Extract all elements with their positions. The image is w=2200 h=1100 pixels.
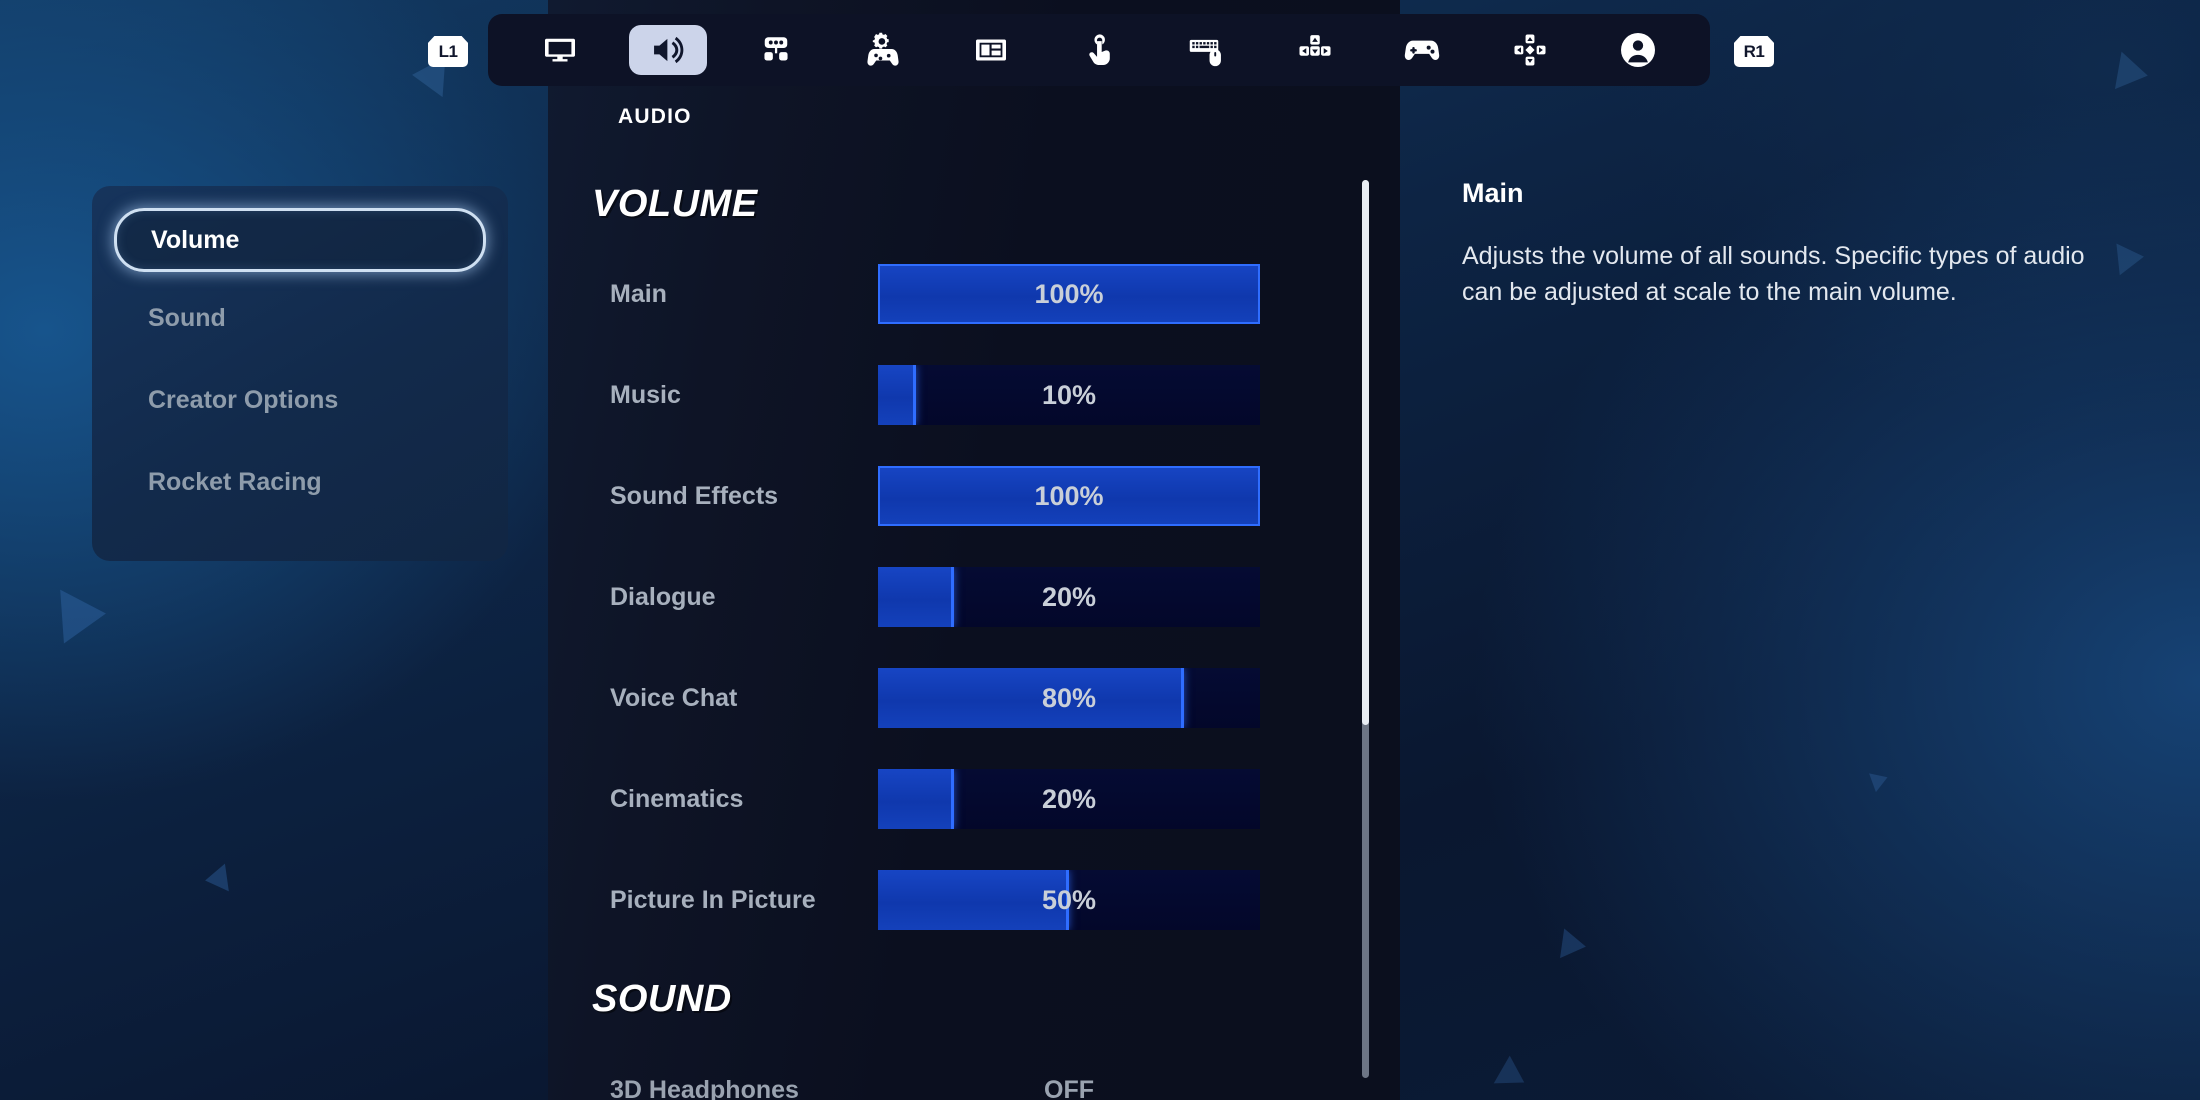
scrollbar-thumb[interactable] <box>1362 180 1369 725</box>
accessibility-dots-icon <box>758 32 794 68</box>
tab-hud[interactable] <box>952 25 1030 75</box>
scrollbar-track[interactable] <box>1362 180 1369 1078</box>
setting-row-sound-effects: Sound Effects 100% <box>548 466 1400 526</box>
hud-layout-icon <box>973 32 1009 68</box>
setting-label: Dialogue <box>610 582 716 611</box>
decor-triangle <box>60 586 108 644</box>
decor-triangle <box>203 863 229 895</box>
slider-value: 100% <box>1034 278 1104 309</box>
setting-row-main: Main 100% <box>548 264 1400 324</box>
description-title: Main <box>1462 178 1524 208</box>
description-body: Adjusts the volume of all sounds. Specif… <box>1462 242 2085 306</box>
setting-row-dialogue: Dialogue 20% <box>548 567 1400 627</box>
section-heading-sound: SOUND <box>592 978 732 1020</box>
slider-value: 20% <box>1041 581 1097 612</box>
gamepad-gear-icon <box>864 31 902 69</box>
tab-keyboard-mouse[interactable] <box>1168 25 1246 75</box>
sidebar-item-label: Rocket Racing <box>148 467 322 496</box>
setting-row-cinematics: Cinematics 20% <box>548 769 1400 829</box>
tab-accessibility[interactable] <box>737 25 815 75</box>
sidebar-item-rocket-racing[interactable]: Rocket Racing <box>114 452 486 512</box>
dpad-icon <box>1511 31 1549 69</box>
slider-value: 20% <box>1041 783 1097 814</box>
setting-row-picture-in-picture: Picture In Picture 50% <box>548 870 1400 930</box>
top-navigation-bar: L1 R1 AUDIO <box>0 0 2200 128</box>
setting-row-music: Music 10% <box>548 365 1400 425</box>
setting-label: Sound Effects <box>610 481 779 510</box>
decor-triangle <box>1493 1055 1533 1097</box>
slider-value: 10% <box>1041 379 1097 410</box>
tab-audio[interactable] <box>628 25 707 75</box>
shoulder-button-r1[interactable]: R1 <box>1734 36 1774 67</box>
setting-value: OFF <box>1044 1075 1094 1100</box>
tab-controller[interactable] <box>1383 25 1461 75</box>
gamepad-icon <box>1402 30 1442 70</box>
slider-value: 80% <box>1041 682 1097 713</box>
sidebar-item-sound[interactable]: Sound <box>114 288 486 348</box>
tab-game[interactable] <box>844 25 922 75</box>
sidebar-item-label: Creator Options <box>148 385 339 414</box>
sidebar-item-volume[interactable]: Volume <box>114 208 486 272</box>
setting-label: 3D Headphones <box>610 1075 799 1100</box>
volume-slider-cinematics[interactable]: 20% <box>878 769 1260 829</box>
volume-slider-voice-chat[interactable]: 80% <box>878 668 1260 728</box>
account-icon <box>1618 30 1658 70</box>
volume-slider-picture-in-picture[interactable]: 50% <box>878 870 1260 930</box>
slider-value: 50% <box>1041 884 1097 915</box>
sidebar-item-label: Volume <box>151 225 240 254</box>
tab-video[interactable] <box>521 25 599 75</box>
volume-slider-music[interactable]: 10% <box>878 365 1260 425</box>
speaker-icon <box>649 31 687 69</box>
touch-pointer-icon <box>1081 32 1117 68</box>
setting-label: Music <box>610 380 681 409</box>
setting-label: Voice Chat <box>610 683 738 712</box>
settings-sidebar: Volume Sound Creator Options Rocket Raci… <box>92 186 508 561</box>
decor-triangle <box>1869 767 1891 793</box>
setting-row-voice-chat: Voice Chat 80% <box>548 668 1400 728</box>
decor-triangle <box>1560 928 1588 962</box>
sidebar-item-label: Sound <box>148 303 226 332</box>
keyboard-mouse-icon <box>1188 31 1226 69</box>
setting-row-3d-headphones[interactable]: 3D Headphones OFF <box>548 1060 1400 1100</box>
setting-label: Picture In Picture <box>610 885 816 914</box>
tab-controller-layout[interactable] <box>1491 25 1569 75</box>
section-heading-volume: VOLUME <box>592 183 758 225</box>
tab-touch[interactable] <box>1060 25 1138 75</box>
slider-value: 100% <box>1034 480 1104 511</box>
volume-slider-dialogue[interactable]: 20% <box>878 567 1260 627</box>
tab-account[interactable] <box>1599 25 1677 75</box>
setting-label: Main <box>610 279 667 308</box>
shoulder-button-r1-label: R1 <box>1743 41 1765 61</box>
shoulder-button-l1-label: L1 <box>438 41 458 61</box>
sidebar-item-creator-options[interactable]: Creator Options <box>114 370 486 430</box>
settings-content-panel: VOLUME Main 100% Music 10% Sound Effects… <box>548 0 1400 1100</box>
settings-tab-strip <box>488 14 1710 86</box>
description-panel: Main Adjusts the volume of all sounds. S… <box>1462 178 2122 310</box>
page-title: AUDIO <box>618 105 692 128</box>
monitor-icon <box>542 32 578 68</box>
tab-keyboard-controls[interactable] <box>1276 25 1354 75</box>
volume-slider-main[interactable]: 100% <box>878 264 1260 324</box>
volume-slider-sound-effects[interactable]: 100% <box>878 466 1260 526</box>
setting-label: Cinematics <box>610 784 744 813</box>
wasd-keys-icon <box>1296 31 1334 69</box>
shoulder-button-l1[interactable]: L1 <box>428 36 468 67</box>
